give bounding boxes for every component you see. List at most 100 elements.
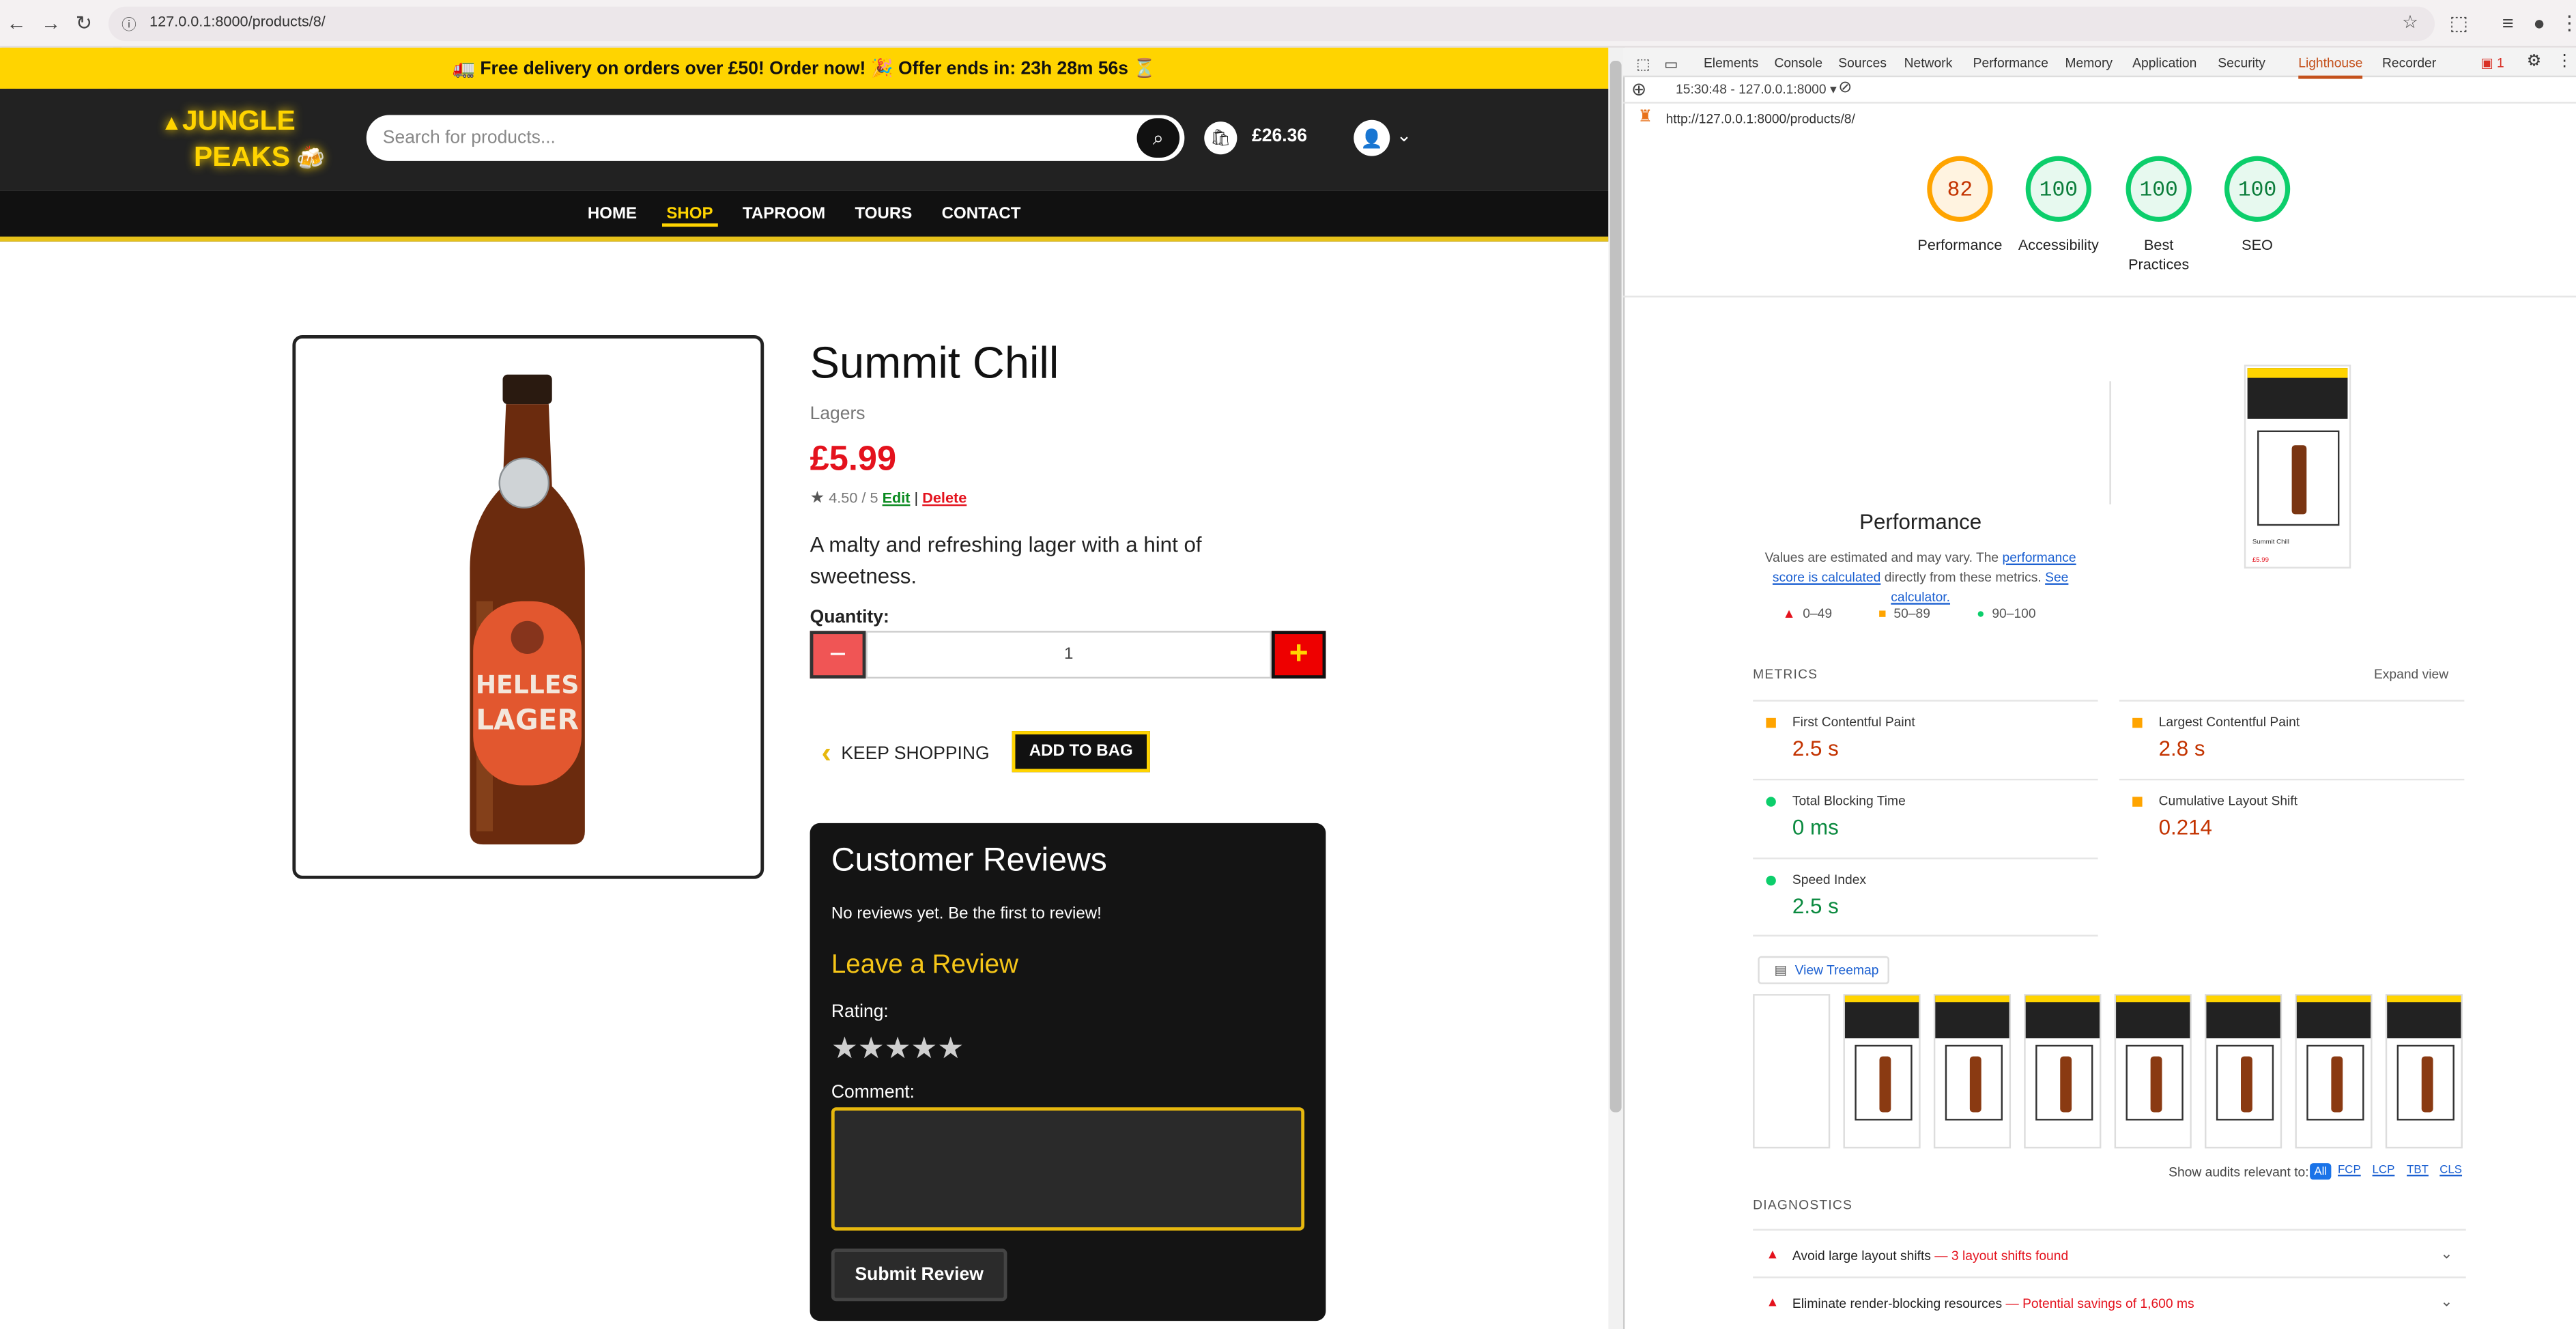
plus-icon: + bbox=[1289, 635, 1308, 672]
diagnostic-item[interactable]: ▲ Avoid large layout shifts — 3 layout s… bbox=[1753, 1229, 2466, 1274]
chevron-down-icon[interactable]: ⌄ bbox=[2440, 1245, 2452, 1263]
metric-name: First Contentful Paint bbox=[1792, 714, 1915, 730]
keep-shopping-link[interactable]: ‹ KEEP SHOPPING bbox=[821, 736, 989, 771]
diagnostic-detail: — 3 layout shifts found bbox=[1934, 1248, 2069, 1263]
bottle-label-bottom: LAGER bbox=[476, 704, 579, 737]
tab-sources[interactable]: Sources bbox=[1838, 56, 1887, 71]
search-bar[interactable]: Search for products... ⌕ bbox=[366, 115, 1185, 161]
bag-total[interactable]: £26.36 bbox=[1252, 126, 1307, 146]
star-rating-input[interactable]: ★★★★★ bbox=[831, 1032, 964, 1067]
score-value-best-practices: 100 bbox=[2139, 176, 2178, 201]
score-gauge-performance[interactable]: 82 bbox=[1927, 156, 1993, 222]
score-gauge-seo[interactable]: 100 bbox=[2224, 156, 2291, 222]
nav-home[interactable]: HOME bbox=[573, 188, 652, 240]
account-icon[interactable]: 👤 bbox=[1354, 119, 1390, 156]
device-toolbar-icon[interactable]: ▭ bbox=[1664, 56, 1678, 74]
search-button[interactable]: ⌕ bbox=[1136, 118, 1180, 158]
url-text: 127.0.0.1:8000/products/8/ bbox=[149, 13, 326, 30]
score-gauge-best-practices[interactable]: 100 bbox=[2126, 156, 2192, 222]
tab-console[interactable]: Console bbox=[1774, 56, 1822, 71]
reviews-title: Customer Reviews bbox=[831, 842, 1107, 879]
filter-tbt[interactable]: TBT bbox=[2407, 1164, 2429, 1176]
forward-icon[interactable]: → bbox=[41, 12, 61, 35]
comment-label: Comment: bbox=[831, 1083, 915, 1103]
score-label-best-practices: Best Practices bbox=[2128, 236, 2190, 273]
nav-contact[interactable]: CONTACT bbox=[927, 188, 1035, 240]
bookmark-star-icon[interactable]: ☆ bbox=[2402, 12, 2418, 33]
nav-tours[interactable]: TOURS bbox=[840, 188, 927, 240]
metric-value: 2.5 s bbox=[1792, 894, 1839, 919]
score-label-accessibility: Accessibility bbox=[2018, 236, 2099, 253]
shopping-bag-icon[interactable]: 🛍 bbox=[1204, 122, 1237, 155]
tab-application[interactable]: Application bbox=[2132, 56, 2196, 71]
metric-fcp: First Contentful Paint 2.5 s bbox=[1753, 700, 2098, 779]
metric-name: Largest Contentful Paint bbox=[2158, 714, 2300, 730]
tab-elements[interactable]: Elements bbox=[1704, 56, 1758, 71]
site-logo[interactable]: ▲JUNGLE PEAKS 🍻 bbox=[161, 104, 342, 176]
site-info-icon[interactable]: ⓘ bbox=[121, 13, 137, 34]
back-icon[interactable]: ← bbox=[7, 12, 27, 35]
issues-icon: ▣ bbox=[2480, 55, 2497, 71]
filter-lcp[interactable]: LCP bbox=[2373, 1164, 2395, 1176]
gear-icon[interactable]: ⚙ bbox=[2527, 53, 2542, 70]
tab-security[interactable]: Security bbox=[2218, 56, 2265, 71]
nav-taproom[interactable]: TAPROOM bbox=[728, 188, 840, 240]
no-reviews-text: No reviews yet. Be the first to review! bbox=[831, 905, 1102, 924]
score-gauge-accessibility[interactable]: 100 bbox=[2025, 156, 2091, 222]
lighthouse-toolbar: ⊕ 15:30:48 - 127.0.0.1:8000 ▾ ⊘ bbox=[1623, 77, 2576, 104]
view-treemap-button[interactable]: ▤ View Treemap bbox=[1758, 956, 1889, 984]
add-to-bag-button[interactable]: ADD TO BAG bbox=[1012, 731, 1150, 773]
fail-triangle-icon: ▲ bbox=[1782, 606, 1796, 621]
final-screenshot-thumbnail[interactable]: Summit Chill £5.99 bbox=[2244, 365, 2351, 569]
score-value-accessibility: 100 bbox=[2039, 176, 2078, 201]
tab-network[interactable]: Network bbox=[1904, 56, 1953, 71]
chevron-down-icon[interactable]: ⌄ bbox=[2440, 1293, 2452, 1311]
diagnostic-item[interactable]: ▲ Eliminate render-blocking resources — … bbox=[1753, 1276, 2466, 1322]
filmstrip-frame bbox=[1933, 994, 2012, 1149]
more-icon[interactable]: ⋮ bbox=[2556, 53, 2573, 70]
note-text-a: Values are estimated and may vary. The bbox=[1764, 550, 1999, 565]
filter-fcp[interactable]: FCP bbox=[2338, 1164, 2361, 1176]
average-square-icon bbox=[2132, 717, 2143, 728]
browser-menu-icon[interactable]: ⋮ bbox=[2560, 12, 2576, 35]
reload-icon[interactable]: ↻ bbox=[76, 12, 92, 35]
issues-badge[interactable]: ▣ 1 bbox=[2480, 56, 2504, 71]
new-report-icon[interactable]: ⊕ bbox=[1631, 79, 1646, 100]
promo-banner: 🚛 Free delivery on orders over £50! Orde… bbox=[0, 47, 1609, 89]
metric-lcp: Largest Contentful Paint 2.8 s bbox=[2119, 700, 2465, 779]
quantity-increase-button[interactable]: + bbox=[1271, 631, 1326, 679]
tab-performance[interactable]: Performance bbox=[1973, 56, 2048, 71]
tab-recorder[interactable]: Recorder bbox=[2382, 56, 2436, 71]
filter-cls[interactable]: CLS bbox=[2439, 1164, 2462, 1176]
search-icon: ⌕ bbox=[1152, 126, 1164, 149]
average-square-icon bbox=[1766, 717, 1776, 728]
nav-shop[interactable]: SHOP bbox=[652, 188, 728, 240]
metric-value: 0.214 bbox=[2158, 814, 2212, 840]
edit-link[interactable]: Edit bbox=[883, 489, 911, 506]
delete-link[interactable]: Delete bbox=[922, 489, 967, 506]
tab-memory[interactable]: Memory bbox=[2065, 56, 2113, 71]
report-selector[interactable]: 15:30:48 - 127.0.0.1:8000 ▾ bbox=[1676, 82, 1837, 97]
address-bar[interactable]: ⓘ 127.0.0.1:8000/products/8/ ☆ bbox=[108, 6, 2435, 42]
comment-textarea[interactable] bbox=[831, 1107, 1305, 1231]
filter-all[interactable]: All bbox=[2310, 1163, 2332, 1180]
tab-lighthouse[interactable]: Lighthouse bbox=[2298, 56, 2363, 79]
media-controls-icon[interactable]: ≡ bbox=[2502, 12, 2514, 35]
extensions-icon[interactable]: ⬚ bbox=[2450, 12, 2468, 35]
expand-view-toggle[interactable]: Expand view bbox=[2374, 667, 2448, 682]
minus-icon: − bbox=[829, 637, 847, 671]
filmstrip-frame bbox=[2295, 994, 2373, 1149]
scrollbar-thumb[interactable] bbox=[1609, 61, 1622, 1113]
profile-icon[interactable]: ● bbox=[2533, 12, 2545, 35]
page-scrollbar[interactable] bbox=[1608, 47, 1624, 1329]
clear-icon[interactable]: ⊘ bbox=[1838, 79, 1852, 97]
pass-circle-icon bbox=[1766, 797, 1776, 807]
quantity-input[interactable]: 1 bbox=[865, 631, 1272, 679]
chevron-down-icon[interactable]: ⌄ bbox=[1397, 125, 1412, 146]
submit-review-button[interactable]: Submit Review bbox=[831, 1248, 1007, 1302]
quantity-decrease-button[interactable]: − bbox=[810, 631, 866, 679]
inspect-icon[interactable]: ⬚ bbox=[1636, 56, 1650, 74]
logo-line2: PEAKS bbox=[194, 141, 291, 173]
search-input[interactable]: Search for products... bbox=[383, 128, 556, 148]
lighthouse-icon: ♜ bbox=[1637, 108, 1653, 127]
